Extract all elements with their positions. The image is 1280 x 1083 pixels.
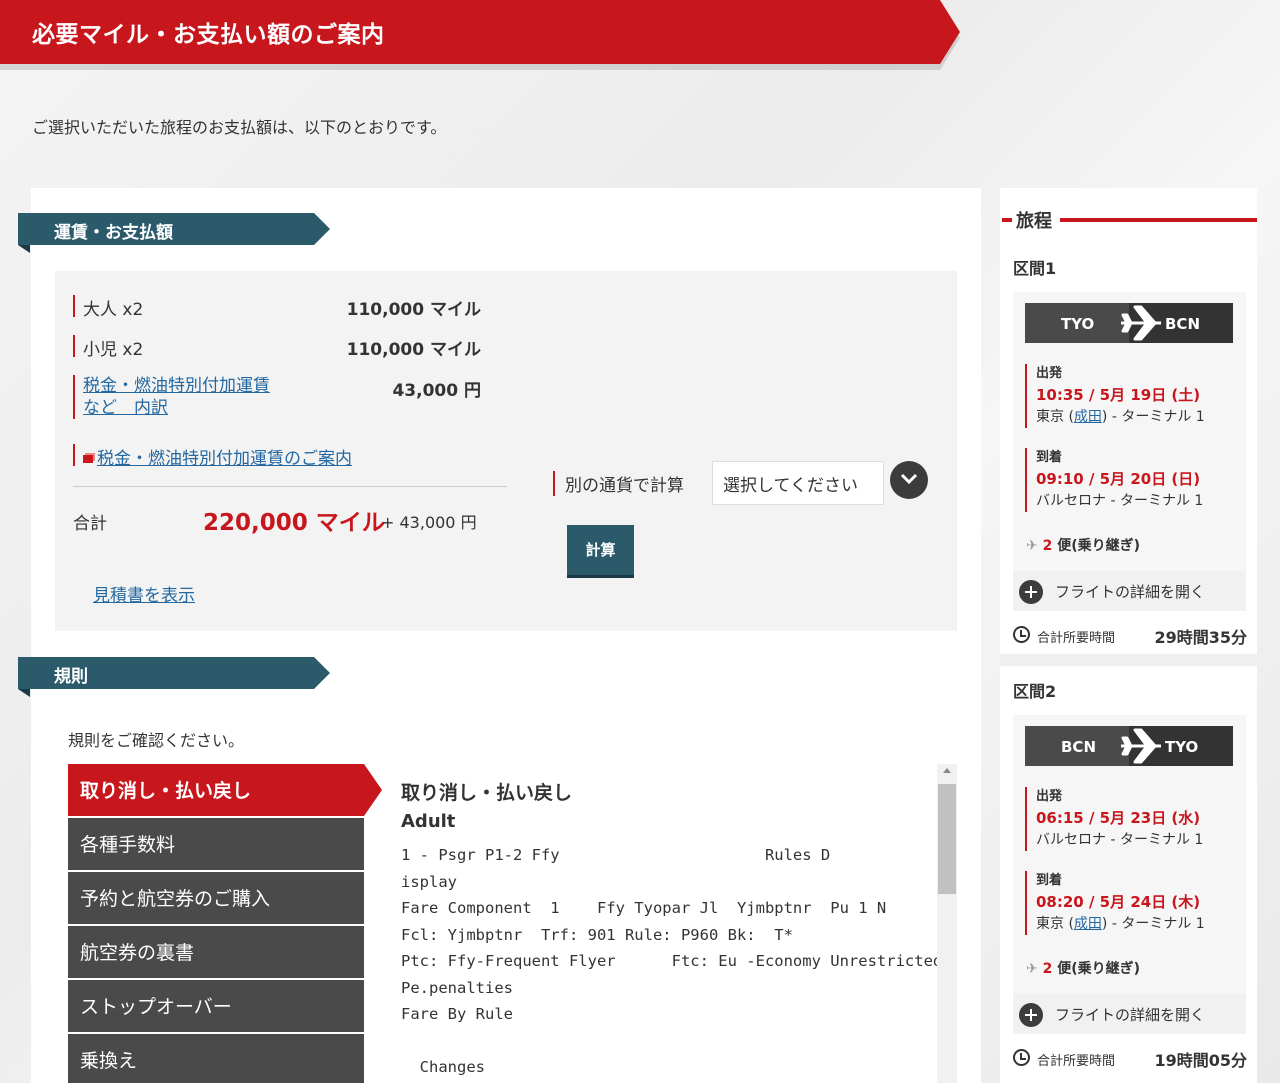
intro-text: ご選択いただいた旅程のお支払額は、以下のとおりです。: [32, 118, 447, 137]
total-miles: 220,000 マイル: [203, 510, 385, 536]
rules-menu-item-cancellation[interactable]: 取り消し・払い戻し: [68, 764, 382, 816]
page-title: 必要マイル・お支払い額のご案内: [32, 22, 385, 48]
airplane-icon: [1121, 305, 1161, 341]
arrival-leg: 到着 09:10 / 5月 20日 (日) バルセロナ - ターミナル 1: [1025, 448, 1233, 512]
fare-box: 大人 x2 110,000 マイル 小児 x2 110,000 マイル 税金・燃…: [55, 271, 957, 631]
rules-section-tab: 規則: [18, 657, 330, 689]
fare-row-amount: 110,000 マイル: [346, 300, 481, 320]
arrive-label: 到着: [1036, 873, 1063, 888]
fare-row-label: 大人 x2: [83, 300, 144, 320]
surcharge-row: 税金・燃油特別付加運賃のご案内: [73, 444, 352, 469]
arrive-place: 東京 (成田) - ターミナル 1: [1036, 916, 1205, 932]
rules-content: 取り消し・払い戻し Adult 1 - Psgr P1-2 Ffy Rules …: [382, 764, 957, 1083]
fare-row-child: 小児 x2: [73, 335, 143, 360]
plus-icon: [1019, 580, 1043, 604]
rules-menu-item-booking[interactable]: 予約と航空券のご購入: [68, 872, 364, 924]
chevron-down-icon[interactable]: [890, 461, 928, 499]
rules-menu: 取り消し・払い戻し 各種手数料 予約と航空券のご購入 航空券の裏書 ストップオー…: [68, 764, 382, 1083]
currency-select[interactable]: 選択してください: [712, 461, 884, 505]
itinerary-panel: 旅程 区間1 TYO BCN 出発 10:35 / 5月 19日 (土) 東京 …: [1000, 188, 1257, 1083]
arrive-label: 到着: [1036, 450, 1063, 465]
depart-place: 東京 (成田) - ターミナル 1: [1036, 409, 1205, 425]
depart-label: 出発: [1036, 789, 1063, 804]
clock-icon: [1013, 1049, 1030, 1066]
rules-scrollbar[interactable]: [937, 764, 957, 1083]
segment-label: 区間1: [1013, 259, 1057, 278]
arrive-place: バルセロナ - ターミナル 1: [1036, 493, 1204, 509]
route-from: TYO: [1061, 315, 1095, 333]
departure-leg: 出発 06:15 / 5月 23日 (水) バルセロナ - ターミナル 1: [1025, 787, 1233, 851]
depart-label: 出発: [1036, 366, 1063, 381]
small-plane-icon: ✈: [1026, 538, 1038, 554]
fare-section-tab: 運賃・お支払額: [18, 213, 330, 245]
flights-info: ✈ 2 便(乗り継ぎ): [1026, 538, 1141, 554]
airport-link[interactable]: 成田: [1074, 916, 1102, 932]
calculate-button[interactable]: 計算: [567, 525, 634, 575]
external-link-icon: [83, 455, 93, 463]
rules-intro: 規則をご確認ください。: [68, 731, 245, 750]
rules-menu-item-stopover[interactable]: ストップオーバー: [68, 980, 364, 1032]
rules-menu-item-endorsement[interactable]: 航空券の裏書: [68, 926, 364, 978]
itinerary-title: 旅程: [1016, 211, 1052, 232]
flights-info: ✈ 2 便(乗り継ぎ): [1026, 961, 1141, 977]
small-plane-icon: ✈: [1026, 961, 1038, 977]
total-yen: + 43,000 円: [381, 513, 477, 532]
depart-time: 10:35 / 5月 19日 (土): [1036, 386, 1201, 404]
scroll-thumb[interactable]: [938, 784, 956, 894]
depart-time: 06:15 / 5月 23日 (水): [1036, 809, 1201, 827]
flight-details-button[interactable]: フライトの詳細を開く: [1013, 994, 1246, 1034]
rules-section-title: 規則: [54, 667, 88, 687]
clock-icon: [1013, 626, 1030, 643]
fare-divider: [73, 486, 507, 487]
arrive-time: 09:10 / 5月 20日 (日): [1036, 470, 1201, 488]
flight-details-button[interactable]: フライトの詳細を開く: [1013, 571, 1246, 611]
fare-row-amount: 43,000 円: [392, 381, 481, 401]
tax-breakdown-link[interactable]: 税金・燃油特別付加運賃 など 内訳: [83, 376, 270, 418]
fare-row-amount: 110,000 マイル: [346, 340, 481, 360]
segment-label: 区間2: [1013, 682, 1057, 701]
fare-section-title: 運賃・お支払額: [54, 223, 173, 243]
currency-label: 別の通貨で計算: [553, 471, 684, 496]
fare-row-tax: 税金・燃油特別付加運賃 など 内訳: [73, 375, 270, 419]
scroll-up-icon[interactable]: [943, 768, 951, 773]
rules-content-title: 取り消し・払い戻し: [401, 782, 573, 804]
route-to: BCN: [1165, 315, 1200, 333]
route-bar: TYO BCN: [1025, 303, 1233, 343]
estimate-link[interactable]: 見積書を表示: [93, 581, 195, 606]
departure-leg: 出発 10:35 / 5月 19日 (土) 東京 (成田) - ターミナル 1: [1025, 364, 1233, 428]
itinerary-header: 旅程: [1000, 208, 1257, 232]
rules-menu-item-fees[interactable]: 各種手数料: [68, 818, 364, 870]
tab-fold: [18, 689, 30, 697]
airport-link[interactable]: 成田: [1074, 409, 1102, 425]
fare-row-adult: 大人 x2: [73, 295, 143, 320]
tab-fold: [18, 245, 30, 253]
arrival-leg: 到着 08:20 / 5月 24日 (木) 東京 (成田) - ターミナル 1: [1025, 871, 1233, 935]
rules-content-text: 1 - Psgr P1-2 Ffy Rules D isplay Fare Co…: [401, 846, 943, 1076]
plus-icon: [1019, 1003, 1043, 1027]
route-to: TYO: [1165, 738, 1199, 756]
arrive-time: 08:20 / 5月 24日 (木): [1036, 893, 1201, 911]
segment-divider: [1000, 654, 1257, 666]
route-bar: BCN TYO: [1025, 726, 1233, 766]
rules-menu-item-transfer[interactable]: 乗換え: [68, 1034, 364, 1083]
depart-place: バルセロナ - ターミナル 1: [1036, 832, 1204, 848]
fare-row-label: 小児 x2: [83, 340, 144, 360]
airplane-icon: [1121, 728, 1161, 764]
route-from: BCN: [1061, 738, 1096, 756]
rules-content-subtitle: Adult: [401, 811, 456, 832]
surcharge-info-link[interactable]: 税金・燃油特別付加運賃のご案内: [97, 449, 352, 469]
total-label: 合計: [73, 514, 107, 534]
